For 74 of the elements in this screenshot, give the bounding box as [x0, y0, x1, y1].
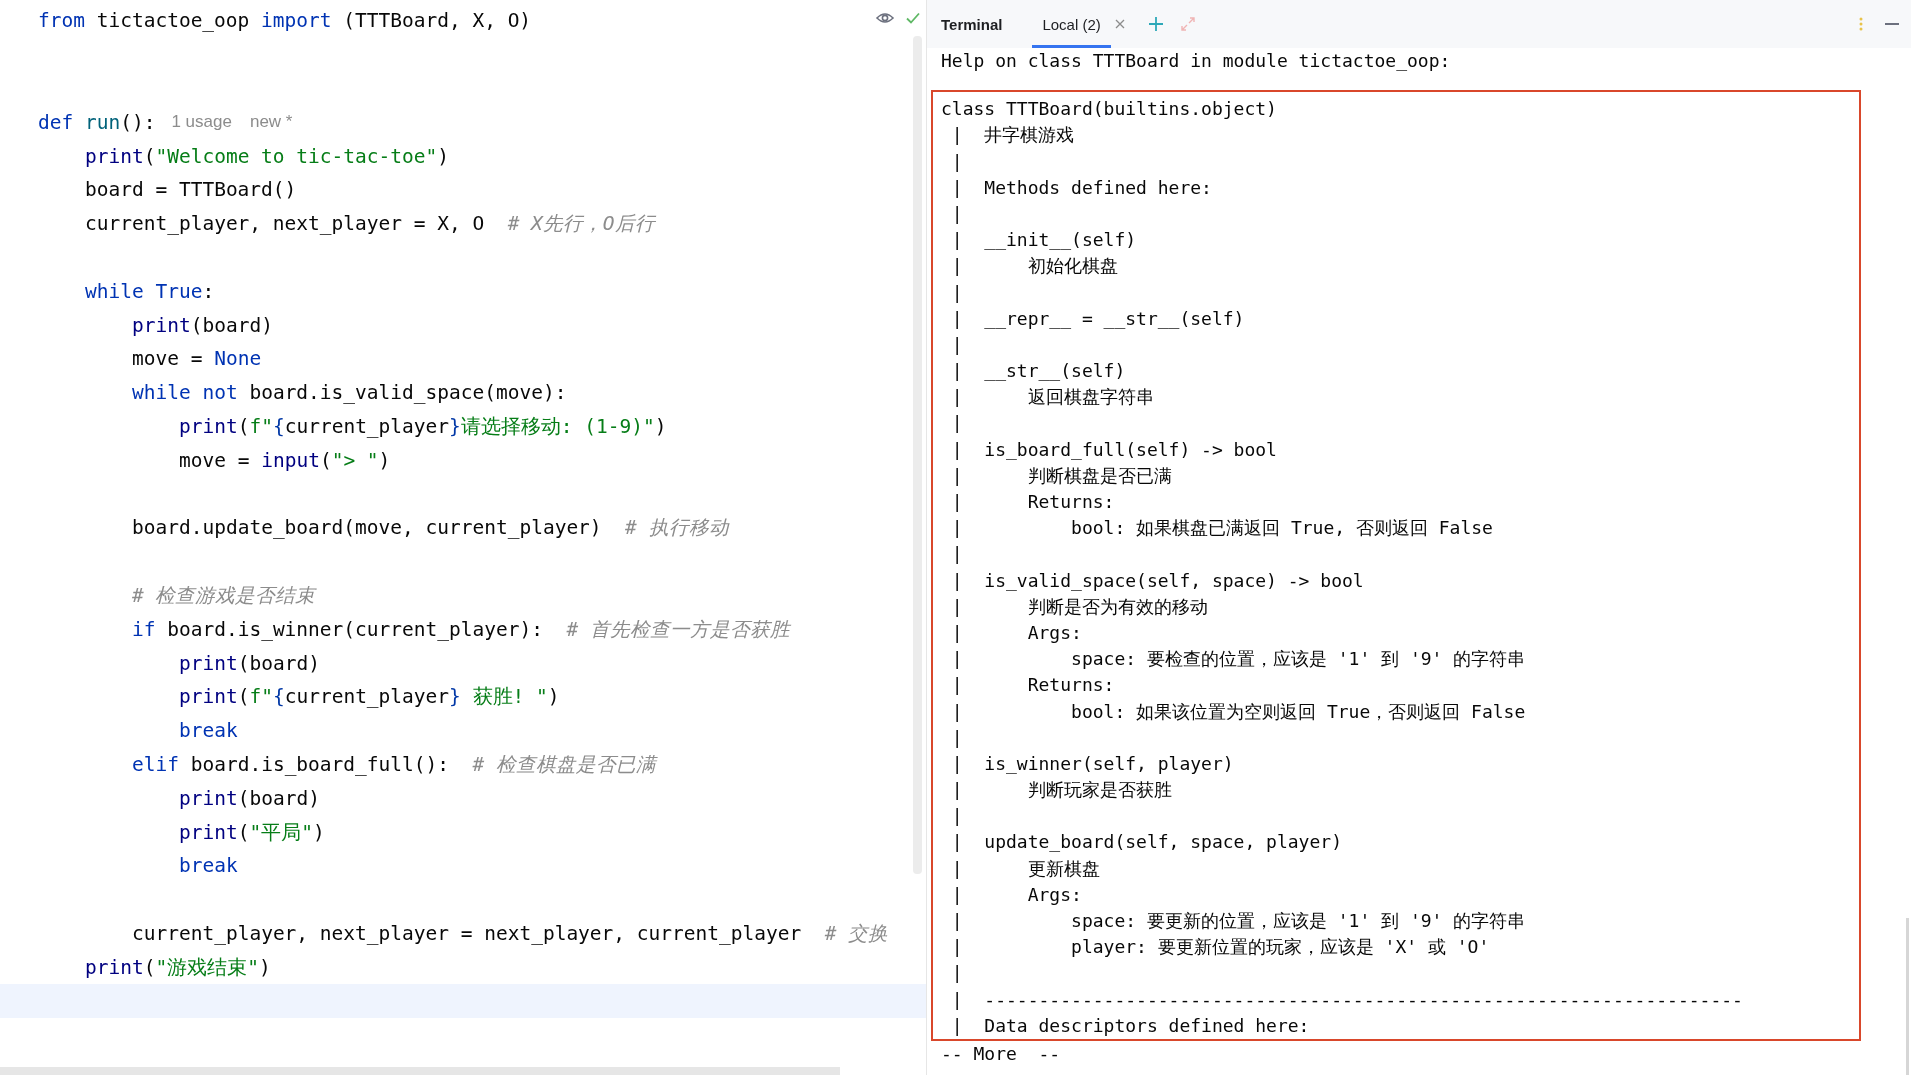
inlay-hint[interactable]: new * [249, 112, 293, 133]
terminal-line: | space: 要检查的位置，应该是 '1' 到 '9' 的字符串 [950, 647, 1527, 672]
check-icon [906, 12, 920, 24]
terminal-line: | __str__(self) [950, 359, 1127, 384]
terminal-line: | bool: 如果该位置为空则返回 True，否则返回 False [950, 699, 1527, 724]
terminal-line: | Returns: [950, 673, 1116, 698]
code-line: def run(): [38, 110, 156, 134]
terminal-line: | ---------------------------------------------------------------------- [950, 987, 1744, 1012]
minimize-icon[interactable] [1885, 22, 1899, 26]
code-line: current_player, next_player = next_player, current_player # 交换 [132, 920, 889, 947]
code-line: print("平局") [179, 819, 325, 846]
code-line: while True: [85, 279, 215, 303]
terminal-line: | 判断是否为有效的移动 [950, 594, 1209, 619]
code-line: print(board) [179, 786, 320, 810]
code-line: from tictactoe_oop import (TTTBoard, X, O) [38, 9, 532, 33]
terminal-line: | 返回棋盘字符串 [950, 385, 1155, 410]
code-line: print("Welcome to tic-tac-toe") [85, 144, 449, 168]
terminal-line: | is_board_full(self) -> bool [950, 437, 1278, 462]
code-line: board = TTTBoard() [85, 178, 297, 202]
terminal-line: | Methods defined here: [950, 175, 1213, 200]
eye-icon[interactable] [876, 11, 894, 25]
code-line: move = input("> ") [179, 448, 391, 472]
terminal-line: | [950, 542, 964, 567]
terminal-line: class TTTBoard(builtins.object) [941, 97, 1278, 122]
code-line: if board.is_winner(current_player): # 首先检查一方是否获胜 [132, 616, 790, 643]
code-line: # 检查游戏是否结束 [132, 582, 316, 609]
terminal-line: | [950, 201, 964, 226]
inlay-hint[interactable]: 1 usage [171, 112, 232, 133]
code-line: print("游戏结束") [85, 954, 271, 981]
expand-icon[interactable] [1180, 17, 1195, 31]
code-line: current_player, next_player = X, O # X先行，O后行 [85, 211, 655, 238]
terminal-line: | 初始化棋盘 [950, 254, 1119, 279]
code-line: print(f"{current_player} 获胜! ") [179, 684, 560, 711]
terminal-line: | [950, 411, 964, 436]
add-icon[interactable] [1148, 17, 1163, 31]
close-icon[interactable] [1114, 19, 1125, 29]
terminal-line: | [950, 332, 964, 357]
terminal-line: Help on class TTTBoard in module tictactoe_oop: [940, 49, 1452, 73]
code-line: print(board) [132, 313, 273, 337]
terminal-line: | Returns: [950, 490, 1116, 514]
terminal-line: | Args: [950, 620, 1083, 645]
terminal-line: | [950, 280, 964, 305]
code-line: move = None [132, 347, 262, 371]
pager-prompt: -- More -- [940, 1041, 1062, 1066]
code-line: print(board) [179, 651, 320, 675]
terminal-line: | bool: 如果棋盘已满返回 True, 否则返回 False [950, 516, 1494, 541]
kebab-icon[interactable] [1859, 17, 1863, 31]
terminal-line: | [950, 725, 964, 750]
terminal-line: | 判断棋盘是否已满 [950, 463, 1173, 488]
terminal-line: | 判断玩家是否获胜 [950, 778, 1173, 803]
terminal-line: | __repr__ = __str__(self) [950, 306, 1246, 331]
terminal-line: | Data descriptors defined here: [950, 1013, 1311, 1038]
scrollbar[interactable] [0, 1067, 840, 1075]
terminal-line: | Args: [950, 882, 1083, 907]
terminal-line: | __init__(self) [950, 228, 1138, 253]
terminal-line: | space: 要更新的位置，应该是 '1' 到 '9' 的字符串 [950, 909, 1527, 933]
panel-title: Terminal [941, 15, 1003, 33]
code-line: board.update_board(move, current_player) # 执行移动 [132, 515, 729, 542]
terminal-line: | is_winner(self, player) [950, 751, 1235, 776]
code-line: while not board.is_valid_space(move): [132, 381, 567, 405]
code-line: break [179, 719, 238, 743]
terminal-line: | [950, 961, 964, 986]
code-line: break [179, 854, 238, 878]
code-line: elif board.is_board_full(): # 检查棋盘是否已满 [132, 751, 656, 778]
code-line: print(f"{current_player}请选择移动: (1-9)") [179, 413, 667, 440]
terminal-line: | update_board(self, space, player) [950, 830, 1343, 855]
terminal-line: | 井字棋游戏 [950, 123, 1076, 148]
terminal-tab[interactable]: Local (2) [1032, 0, 1111, 48]
terminal-line: | 更新棋盘 [950, 856, 1101, 881]
terminal-line: | player: 要更新位置的玩家，应该是 'X' 或 'O' [950, 935, 1491, 960]
terminal-line: | [950, 149, 964, 174]
scrollbar[interactable] [1906, 918, 1909, 1075]
terminal-line: | is_valid_space(self, space) -> bool [950, 568, 1365, 593]
terminal-line: | [950, 804, 964, 829]
